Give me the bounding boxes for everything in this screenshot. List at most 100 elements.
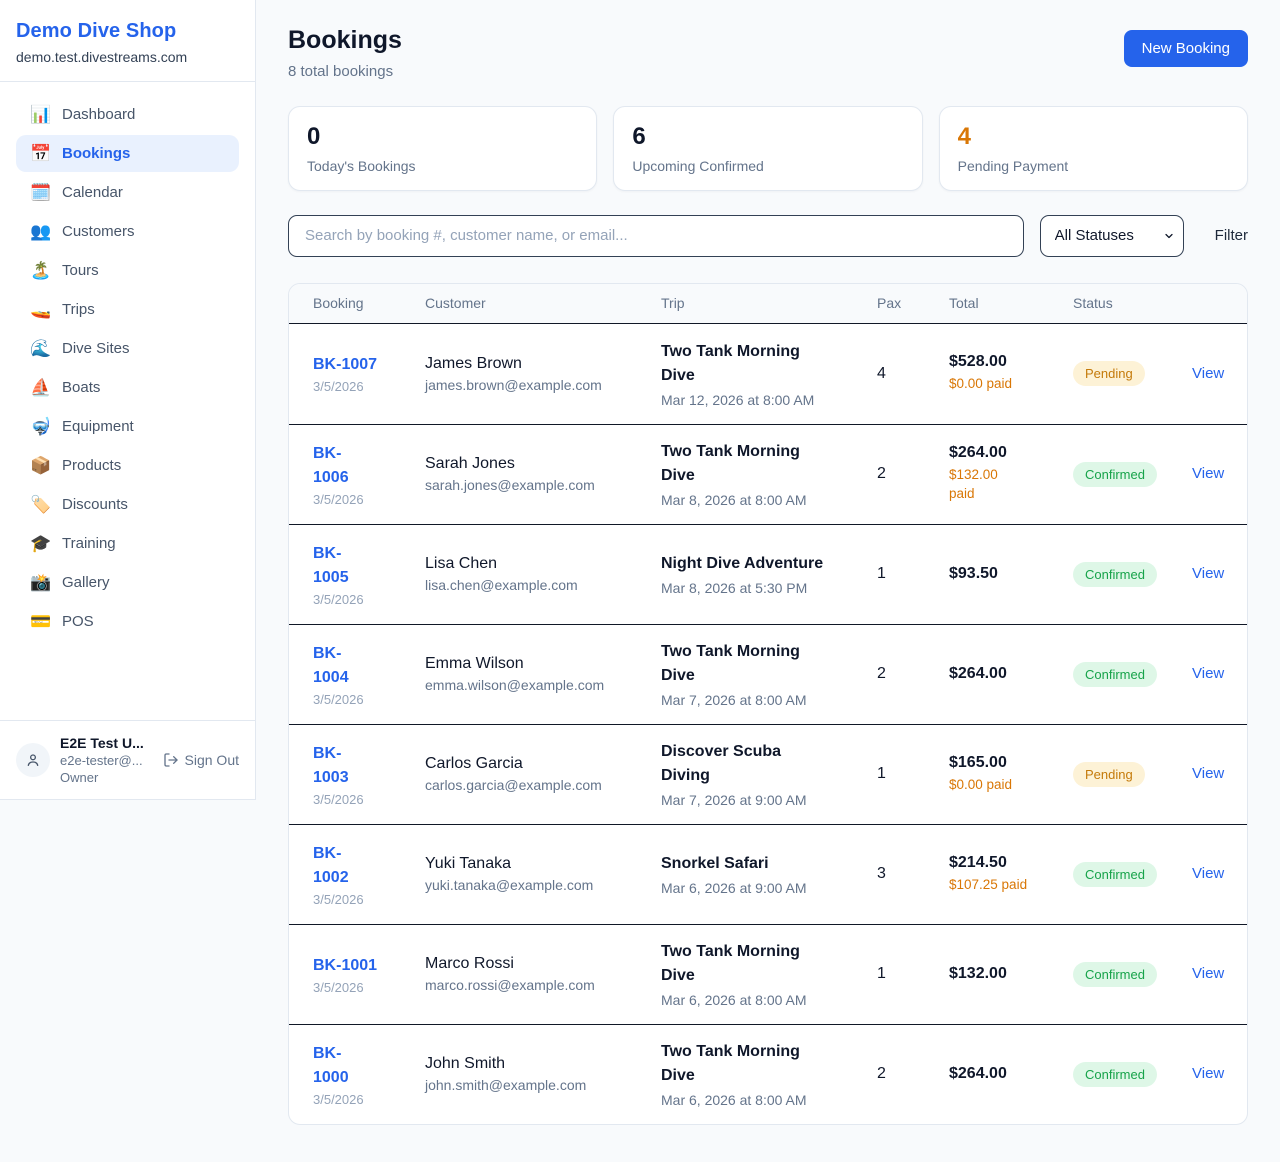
sidebar-item-pos[interactable]: 💳 POS [16, 603, 239, 640]
view-link[interactable]: View [1192, 965, 1224, 982]
booking-date: 3/5/2026 [313, 692, 425, 707]
total-amount: $214.50 [949, 854, 1073, 872]
status-filter-select[interactable]: All Statuses [1040, 215, 1184, 257]
avatar [16, 743, 50, 777]
view-link[interactable]: View [1192, 365, 1224, 382]
booking-date: 3/5/2026 [313, 792, 425, 807]
pax-count: 4 [877, 365, 949, 383]
status-badge: Pending [1073, 361, 1145, 386]
booking-id-link[interactable]: BK-1001 [313, 954, 377, 978]
shop-domain: demo.test.divestreams.com [16, 49, 239, 65]
view-link[interactable]: View [1192, 465, 1224, 482]
user-name: E2E Test U... [60, 735, 153, 751]
stat-label: Today's Bookings [307, 158, 578, 174]
column-header-trip: Trip [661, 295, 877, 311]
trip-datetime: Mar 6, 2026 at 8:00 AM [661, 992, 877, 1008]
user-info: E2E Test U... e2e-tester@... Owner [60, 735, 153, 785]
paid-amount: $0.00 paid [949, 375, 1029, 394]
sign-out-button[interactable]: Sign Out [163, 752, 239, 768]
main-content: Bookings 8 total bookings New Booking 0 … [256, 0, 1280, 1125]
sidebar-item-boats[interactable]: ⛵ Boats [16, 369, 239, 406]
pax-count: 2 [877, 665, 949, 683]
view-link[interactable]: View [1192, 665, 1224, 682]
trip-datetime: Mar 6, 2026 at 8:00 AM [661, 1092, 877, 1108]
logout-icon [163, 752, 179, 768]
sidebar-item-tours[interactable]: 🏝️ Tours [16, 252, 239, 289]
pax-count: 1 [877, 565, 949, 583]
table-header-row: Booking Customer Trip Pax Total Status [289, 284, 1247, 324]
booking-id-link[interactable]: BK- 1002 [313, 842, 349, 890]
table-row: BK- 1002 3/5/2026 Yuki Tanaka yuki.tanak… [289, 824, 1247, 924]
wave-icon: 🌊 [30, 340, 50, 357]
sidebar-item-calendar[interactable]: 🗓️ Calendar [16, 174, 239, 211]
spiral-calendar-icon: 🗓️ [30, 184, 50, 201]
table-body: BK-1007 3/5/2026 James Brown james.brown… [289, 324, 1247, 1124]
trip-datetime: Mar 8, 2026 at 8:00 AM [661, 492, 877, 508]
sidebar-item-customers[interactable]: 👥 Customers [16, 213, 239, 250]
pax-count: 2 [877, 1065, 949, 1083]
customer-email: yuki.tanaka@example.com [425, 877, 661, 893]
total-amount: $528.00 [949, 353, 1073, 371]
status-badge: Confirmed [1073, 662, 1157, 687]
sidebar-item-training[interactable]: 🎓 Training [16, 525, 239, 562]
customer-name: John Smith [425, 1055, 661, 1073]
paid-amount: $0.00 paid [949, 776, 1029, 795]
shop-name: Demo Dive Shop [16, 20, 239, 43]
column-header-customer: Customer [425, 295, 661, 311]
trip-datetime: Mar 8, 2026 at 5:30 PM [661, 580, 877, 596]
bookings-table: Booking Customer Trip Pax Total Status B… [288, 283, 1248, 1125]
customer-name: Sarah Jones [425, 455, 661, 473]
booking-id-link[interactable]: BK- 1006 [313, 442, 349, 490]
booking-id-link[interactable]: BK- 1000 [313, 1042, 349, 1090]
table-row: BK- 1000 3/5/2026 John Smith john.smith@… [289, 1024, 1247, 1124]
speedboat-icon: 🚤 [30, 301, 50, 318]
filter-row: All Statuses Filter [288, 215, 1248, 257]
sidebar-item-trips[interactable]: 🚤 Trips [16, 291, 239, 328]
trip-name: Two Tank Morning Dive [661, 440, 831, 488]
trip-datetime: Mar 12, 2026 at 8:00 AM [661, 392, 877, 408]
new-booking-button[interactable]: New Booking [1124, 30, 1248, 67]
trip-name: Two Tank Morning Dive [661, 1040, 831, 1088]
sidebar-item-products[interactable]: 📦 Products [16, 447, 239, 484]
calendar-icon: 📅 [30, 145, 50, 162]
pax-count: 3 [877, 865, 949, 883]
pax-count: 2 [877, 465, 949, 483]
table-row: BK- 1003 3/5/2026 Carlos Garcia carlos.g… [289, 724, 1247, 824]
page-title: Bookings [288, 26, 402, 55]
booking-date: 3/5/2026 [313, 892, 425, 907]
customer-email: carlos.garcia@example.com [425, 777, 661, 793]
view-link[interactable]: View [1192, 1065, 1224, 1082]
stats-row: 0 Today's Bookings 6 Upcoming Confirmed … [288, 106, 1248, 191]
booking-id-link[interactable]: BK-1007 [313, 353, 377, 377]
booking-id-link[interactable]: BK- 1005 [313, 542, 349, 590]
booking-id-link[interactable]: BK- 1004 [313, 642, 349, 690]
shop-header: Demo Dive Shop demo.test.divestreams.com [0, 0, 255, 82]
customer-name: James Brown [425, 355, 661, 373]
sidebar-item-discounts[interactable]: 🏷️ Discounts [16, 486, 239, 523]
total-amount: $132.00 [949, 965, 1073, 983]
stat-card-pending-payment: 4 Pending Payment [939, 106, 1248, 191]
stat-card-todays-bookings: 0 Today's Bookings [288, 106, 597, 191]
sidebar-item-bookings[interactable]: 📅 Bookings [16, 135, 239, 172]
view-link[interactable]: View [1192, 565, 1224, 582]
trip-name: Snorkel Safari [661, 852, 831, 876]
booking-date: 3/5/2026 [313, 1092, 425, 1107]
booking-id-link[interactable]: BK- 1003 [313, 742, 349, 790]
view-link[interactable]: View [1192, 765, 1224, 782]
column-header-pax: Pax [877, 295, 949, 311]
sidebar-item-dive-sites[interactable]: 🌊 Dive Sites [16, 330, 239, 367]
status-badge: Pending [1073, 762, 1145, 787]
search-input[interactable] [288, 215, 1024, 257]
trip-name: Two Tank Morning Dive [661, 340, 831, 388]
trip-datetime: Mar 6, 2026 at 9:00 AM [661, 880, 877, 896]
customer-email: lisa.chen@example.com [425, 577, 661, 593]
sidebar-item-gallery[interactable]: 📸 Gallery [16, 564, 239, 601]
sidebar-item-equipment[interactable]: 🤿 Equipment [16, 408, 239, 445]
bar-chart-icon: 📊 [30, 106, 50, 123]
trip-name: Two Tank Morning Dive [661, 640, 831, 688]
filter-button[interactable]: Filter [1215, 227, 1248, 244]
view-link[interactable]: View [1192, 865, 1224, 882]
graduation-cap-icon: 🎓 [30, 535, 50, 552]
column-header-total: Total [949, 295, 1073, 311]
sidebar-item-dashboard[interactable]: 📊 Dashboard [16, 96, 239, 133]
